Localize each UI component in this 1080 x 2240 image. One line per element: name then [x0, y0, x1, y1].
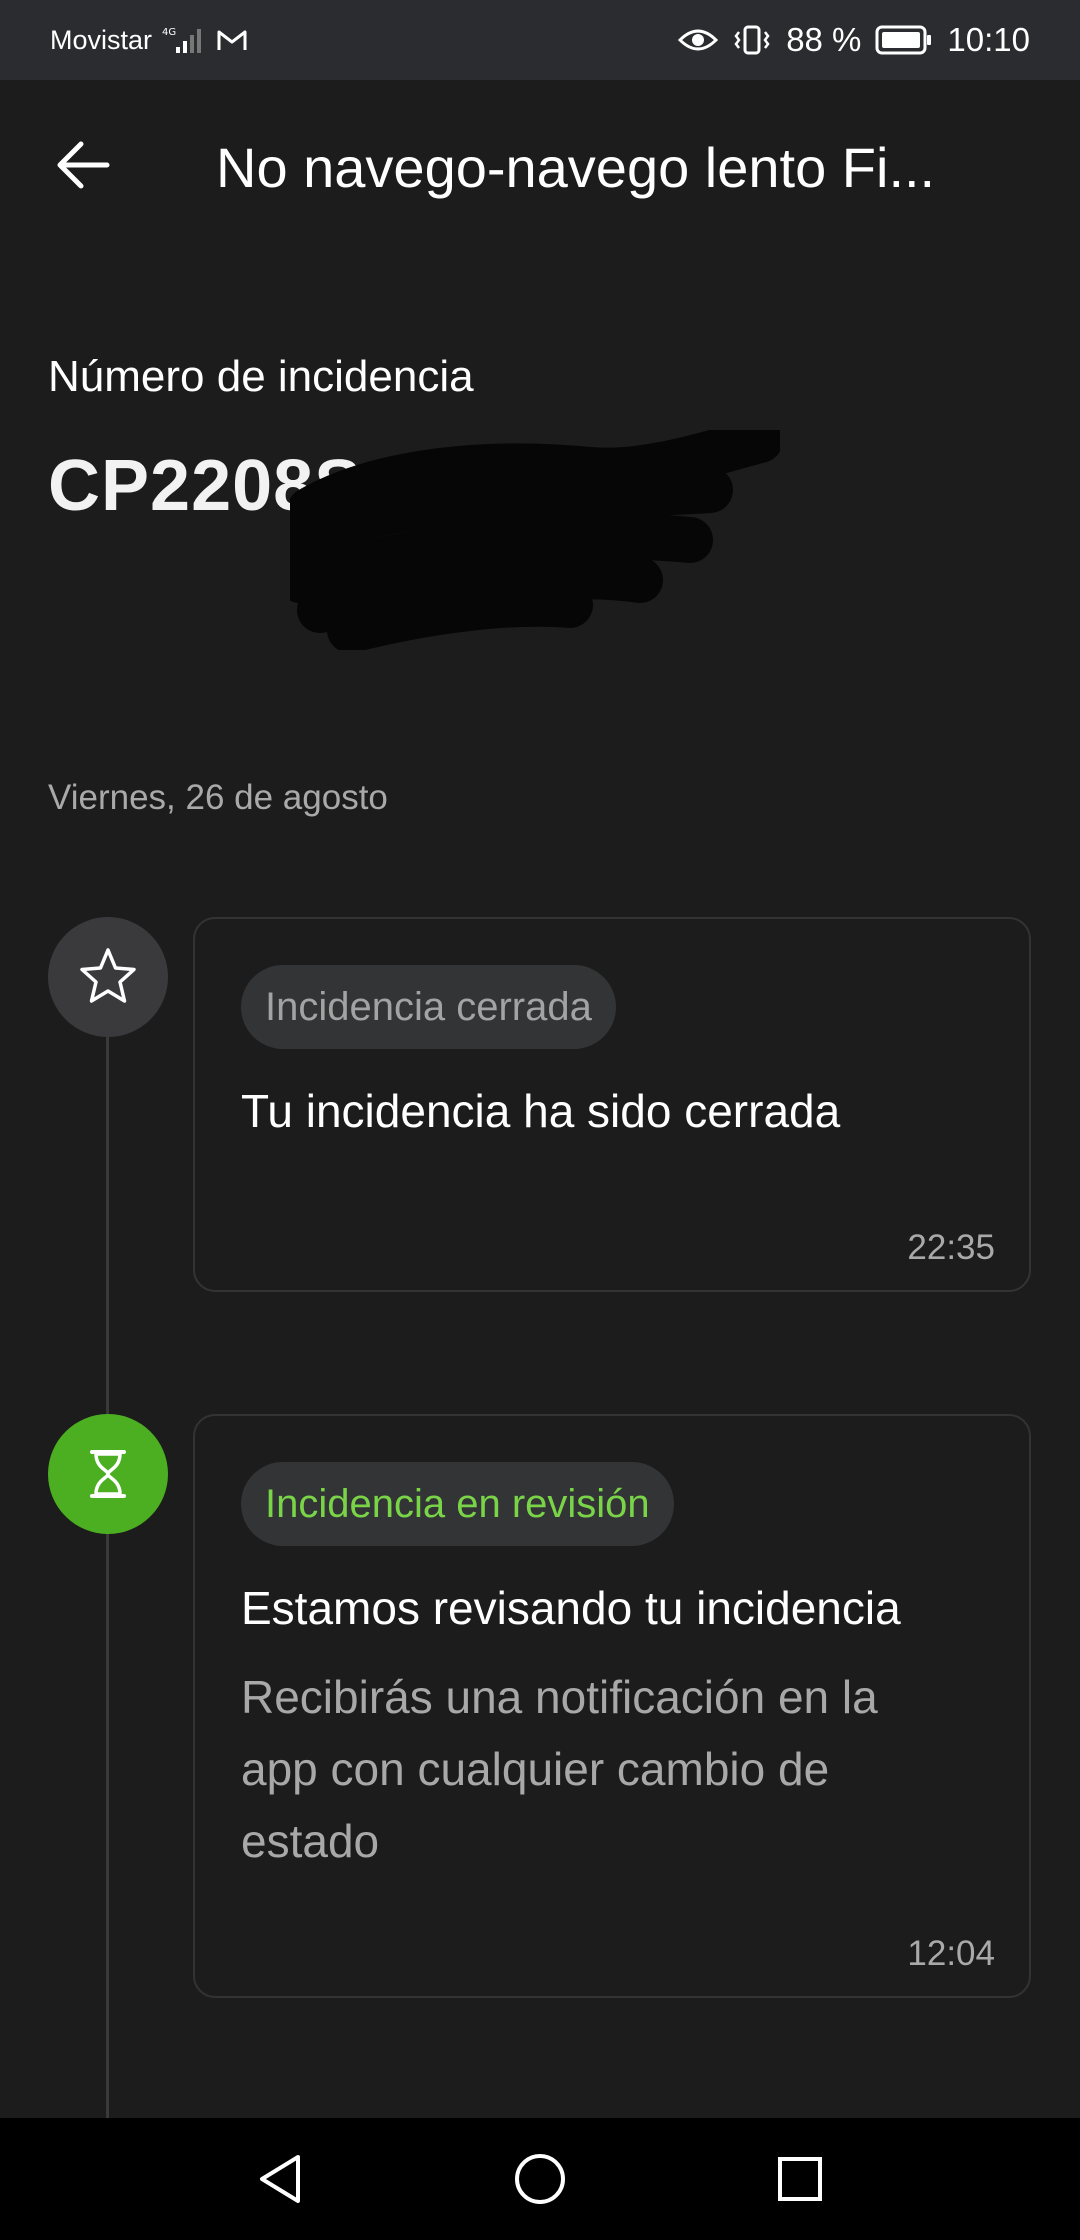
timeline-date: Viernes, 26 de agosto — [48, 778, 388, 817]
event-time: 22:35 — [907, 1228, 995, 1267]
timeline-marker-closed — [48, 917, 168, 1037]
status-right: 88 % 10:10 — [678, 21, 1030, 59]
eye-icon — [678, 26, 719, 54]
arrow-left-icon — [57, 141, 110, 189]
square-recents-icon — [778, 2157, 822, 2201]
system-nav-bar — [0, 2118, 1080, 2240]
back-button[interactable] — [48, 130, 118, 200]
vibrate-icon — [732, 24, 772, 56]
network-type: 4G — [162, 27, 176, 38]
event-detail: Recibirás una notificación en la app con… — [241, 1671, 878, 1867]
battery-icon — [875, 25, 933, 55]
status-badge: Incidencia cerrada — [241, 965, 616, 1049]
page-title: No navego-navego lento Fi... — [216, 136, 936, 199]
timeline-marker-review — [48, 1414, 168, 1534]
clock: 10:10 — [947, 21, 1030, 58]
signal-icon: 4G — [162, 25, 206, 55]
nav-home-button[interactable] — [500, 2139, 580, 2219]
triangle-back-icon — [260, 2155, 300, 2203]
incidence-number-label: Número de incidencia — [48, 352, 474, 401]
event-message: Tu incidencia ha sido cerrada — [241, 1085, 841, 1137]
nav-recents-button[interactable] — [760, 2139, 840, 2219]
redaction-scribble — [290, 430, 780, 650]
hourglass-icon — [90, 1450, 126, 1498]
gmail-icon — [216, 27, 248, 53]
carrier-name: Movistar — [50, 24, 153, 55]
event-time: 12:04 — [907, 1934, 995, 1973]
battery-percent: 88 % — [786, 21, 862, 58]
timeline-line — [106, 1030, 109, 2120]
status-bar: Movistar 4G 88 % 10:10 — [0, 0, 1080, 80]
star-icon — [80, 948, 136, 1003]
timeline-card-review[interactable]: Incidencia en revisión Estamos revisando… — [193, 1414, 1031, 1998]
app-bar: No navego-navego lento Fi... — [0, 80, 1080, 250]
nav-back-button[interactable] — [240, 2139, 320, 2219]
status-left: Movistar 4G — [50, 25, 248, 56]
timeline-card-closed[interactable]: Incidencia cerrada Tu incidencia ha sido… — [193, 917, 1031, 1292]
status-badge: Incidencia en revisión — [241, 1462, 674, 1546]
event-message: Estamos revisando tu incidencia — [241, 1582, 901, 1634]
circle-home-icon — [515, 2154, 565, 2204]
